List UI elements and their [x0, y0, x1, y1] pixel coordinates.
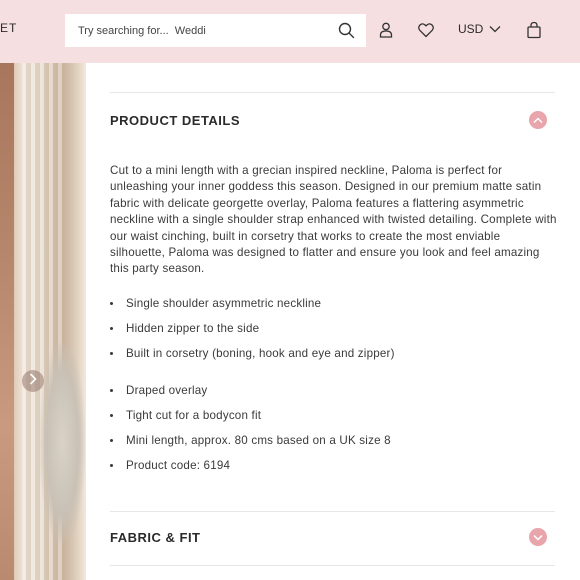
chevron-right-icon: [29, 372, 37, 390]
fabric-fit-title[interactable]: FABRIC & FIT: [110, 530, 201, 545]
list-item: Hidden zipper to the side: [110, 322, 550, 347]
feature-list: Draped overlay Tight cut for a bodycon f…: [110, 384, 550, 484]
list-item: Built in corsetry (boning, hook and eye …: [110, 347, 550, 372]
list-item: Single shoulder asymmetric neckline: [110, 297, 550, 322]
chevron-down-icon: [533, 528, 543, 546]
list-item: Product code: 6194: [110, 459, 550, 484]
search-input[interactable]: [65, 14, 315, 47]
product-details-title[interactable]: PRODUCT DETAILS: [110, 113, 240, 128]
divider: [110, 92, 555, 93]
panel-divider: [85, 63, 86, 580]
divider: [110, 511, 555, 512]
model-arm: [0, 63, 14, 580]
list-item: Mini length, approx. 80 cms based on a U…: [110, 434, 550, 459]
bag-icon[interactable]: [525, 21, 543, 39]
fabric-fit-toggle[interactable]: [529, 528, 547, 546]
next-image-button[interactable]: [22, 370, 44, 392]
heart-icon[interactable]: [417, 21, 435, 39]
list-item: Tight cut for a bodycon fit: [110, 409, 550, 434]
product-details-toggle[interactable]: [529, 111, 547, 129]
currency-selector[interactable]: USD: [458, 22, 501, 36]
feature-list: Single shoulder asymmetric neckline Hidd…: [110, 297, 550, 372]
divider: [110, 565, 555, 566]
decor-backdrop: [40, 343, 85, 543]
search-bar: [65, 14, 366, 47]
search-icon[interactable]: [338, 22, 355, 39]
chevron-down-icon: [489, 22, 501, 36]
product-description: Cut to a mini length with a grecian insp…: [110, 164, 557, 276]
currency-label: USD: [458, 22, 484, 36]
site-header: ET USD: [0, 0, 580, 63]
store-logo[interactable]: ET: [0, 21, 17, 35]
chevron-up-icon: [533, 111, 543, 129]
list-item: Draped overlay: [110, 384, 550, 409]
user-icon[interactable]: [377, 21, 395, 39]
product-image: [0, 63, 85, 580]
